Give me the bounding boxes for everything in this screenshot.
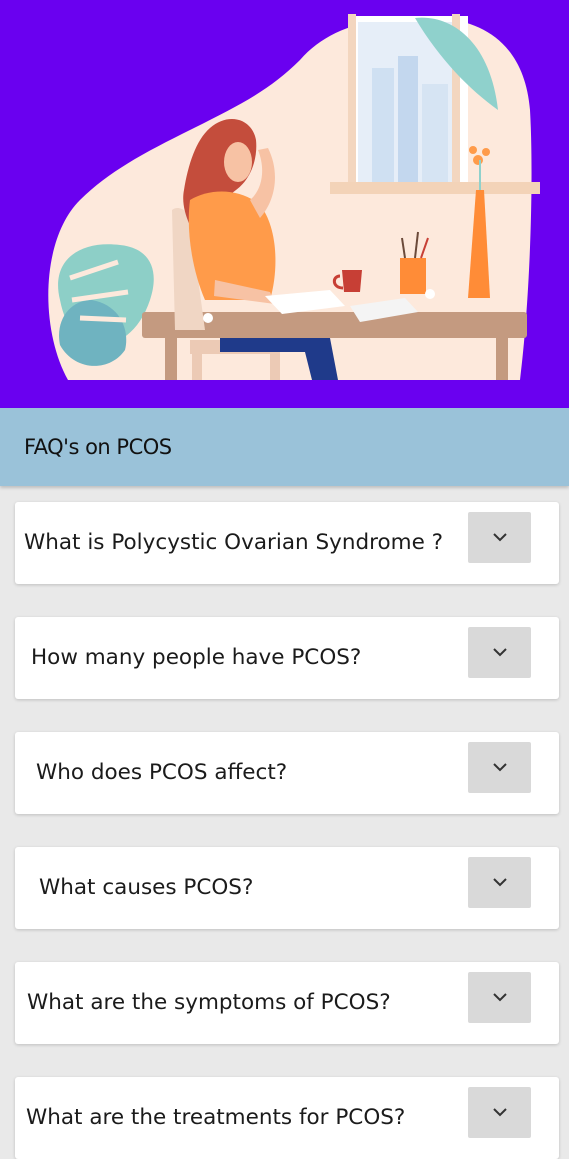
expand-toggle-button[interactable] [468, 742, 531, 793]
faq-item-how-many[interactable]: How many people have PCOS? [15, 617, 559, 699]
faq-question: Who does PCOS affect? [36, 760, 288, 785]
faq-question: What are the treatments for PCOS? [26, 1105, 406, 1130]
faq-question: What are the symptoms of PCOS? [27, 990, 391, 1015]
faq-item-causes[interactable]: What causes PCOS? [15, 847, 559, 929]
faq-item-who-affected[interactable]: Who does PCOS affect? [15, 732, 559, 814]
faq-item-treatments[interactable]: What are the treatments for PCOS? [15, 1077, 559, 1159]
faq-question: What is Polycystic Ovarian Syndrome ? [24, 530, 444, 555]
expand-toggle-button[interactable] [468, 1087, 531, 1138]
faq-question: What causes PCOS? [39, 875, 254, 900]
faq-item-what-is-pcos[interactable]: What is Polycystic Ovarian Syndrome ? [15, 502, 559, 584]
chevron-down-icon [492, 878, 507, 887]
chevron-down-icon [492, 993, 507, 1002]
hero-banner [0, 0, 569, 408]
chevron-down-icon [492, 648, 507, 657]
chevron-down-icon [492, 533, 507, 542]
page-title: FAQ's on PCOS [24, 435, 172, 459]
expand-toggle-button[interactable] [468, 972, 531, 1023]
expand-toggle-button[interactable] [468, 857, 531, 908]
chevron-down-icon [492, 1108, 507, 1117]
woman-at-desk-illustration [48, 14, 540, 380]
faq-item-symptoms[interactable]: What are the symptoms of PCOS? [15, 962, 559, 1044]
expand-toggle-button[interactable] [468, 627, 531, 678]
faq-question: How many people have PCOS? [31, 645, 362, 670]
expand-toggle-button[interactable] [468, 512, 531, 563]
faq-section-header: FAQ's on PCOS [0, 408, 569, 486]
chevron-down-icon [492, 763, 507, 772]
